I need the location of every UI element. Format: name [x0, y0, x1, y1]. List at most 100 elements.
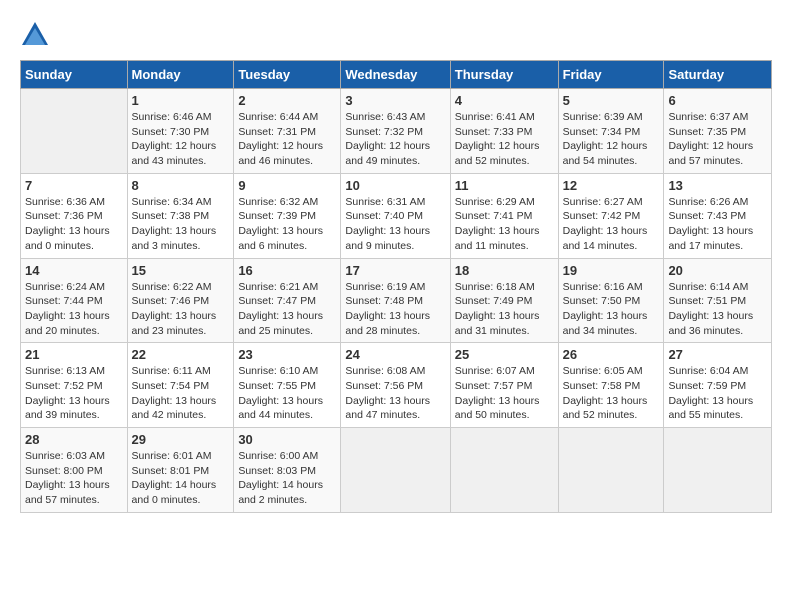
- day-cell: 28 Sunrise: 6:03 AM Sunset: 8:00 PM Dayli…: [21, 428, 128, 513]
- page-header: [20, 20, 772, 50]
- day-number: 8: [132, 178, 230, 193]
- day-number: 17: [345, 263, 445, 278]
- logo: [20, 20, 54, 50]
- day-info: Sunrise: 6:29 AM Sunset: 7:41 PM Dayligh…: [455, 195, 554, 254]
- day-number: 27: [668, 347, 767, 362]
- day-info: Sunrise: 6:00 AM Sunset: 8:03 PM Dayligh…: [238, 449, 336, 508]
- day-info: Sunrise: 6:36 AM Sunset: 7:36 PM Dayligh…: [25, 195, 123, 254]
- day-cell: 19 Sunrise: 6:16 AM Sunset: 7:50 PM Dayli…: [558, 258, 664, 343]
- header-cell-wednesday: Wednesday: [341, 61, 450, 89]
- day-cell: 15 Sunrise: 6:22 AM Sunset: 7:46 PM Dayli…: [127, 258, 234, 343]
- day-cell: [450, 428, 558, 513]
- day-cell: [558, 428, 664, 513]
- day-number: 16: [238, 263, 336, 278]
- day-number: 10: [345, 178, 445, 193]
- day-cell: 29 Sunrise: 6:01 AM Sunset: 8:01 PM Dayli…: [127, 428, 234, 513]
- week-row-3: 14Sunrise: 6:24 AM Sunset: 7:44 PM Dayli…: [21, 258, 772, 343]
- day-number: 1: [132, 93, 230, 108]
- day-cell: 22 Sunrise: 6:11 AM Sunset: 7:54 PM Dayli…: [127, 343, 234, 428]
- day-number: 15: [132, 263, 230, 278]
- day-number: 30: [238, 432, 336, 447]
- day-cell: 7 Sunrise: 6:36 AM Sunset: 7:36 PM Daylig…: [21, 173, 128, 258]
- day-cell: 18 Sunrise: 6:18 AM Sunset: 7:49 PM Dayli…: [450, 258, 558, 343]
- week-row-4: 21 Sunrise: 6:13 AM Sunset: 7:52 PM Dayli…: [21, 343, 772, 428]
- day-cell: 17 Sunrise: 6:19 AM Sunset: 7:48 PM Dayli…: [341, 258, 450, 343]
- day-number: 22: [132, 347, 230, 362]
- day-cell: 26Sunrise: 6:05 AM Sunset: 7:58 PM Dayli…: [558, 343, 664, 428]
- day-cell: 12 Sunrise: 6:27 AM Sunset: 7:42 PM Dayli…: [558, 173, 664, 258]
- day-cell: [21, 89, 128, 174]
- day-info: Sunrise: 6:41 AM Sunset: 7:33 PM Dayligh…: [455, 110, 554, 169]
- day-info: Sunrise: 6:22 AM Sunset: 7:46 PM Dayligh…: [132, 280, 230, 339]
- calendar-table: SundayMondayTuesdayWednesdayThursdayFrid…: [20, 60, 772, 513]
- day-cell: 2 Sunrise: 6:44 AM Sunset: 7:31 PM Daylig…: [234, 89, 341, 174]
- day-info: Sunrise: 6:01 AM Sunset: 8:01 PM Dayligh…: [132, 449, 230, 508]
- day-info: Sunrise: 6:11 AM Sunset: 7:54 PM Dayligh…: [132, 364, 230, 423]
- header-cell-saturday: Saturday: [664, 61, 772, 89]
- day-cell: 16 Sunrise: 6:21 AM Sunset: 7:47 PM Dayli…: [234, 258, 341, 343]
- day-info: Sunrise: 6:44 AM Sunset: 7:31 PM Dayligh…: [238, 110, 336, 169]
- day-info: Sunrise: 6:31 AM Sunset: 7:40 PM Dayligh…: [345, 195, 445, 254]
- week-row-5: 28 Sunrise: 6:03 AM Sunset: 8:00 PM Dayli…: [21, 428, 772, 513]
- header-cell-tuesday: Tuesday: [234, 61, 341, 89]
- day-number: 2: [238, 93, 336, 108]
- day-info: Sunrise: 6:14 AM Sunset: 7:51 PM Dayligh…: [668, 280, 767, 339]
- header-cell-monday: Monday: [127, 61, 234, 89]
- day-info: Sunrise: 6:19 AM Sunset: 7:48 PM Dayligh…: [345, 280, 445, 339]
- day-cell: 21 Sunrise: 6:13 AM Sunset: 7:52 PM Dayli…: [21, 343, 128, 428]
- day-info: Sunrise: 6:39 AM Sunset: 7:34 PM Dayligh…: [563, 110, 660, 169]
- day-number: 21: [25, 347, 123, 362]
- day-cell: 8 Sunrise: 6:34 AM Sunset: 7:38 PM Daylig…: [127, 173, 234, 258]
- day-number: 3: [345, 93, 445, 108]
- header-cell-sunday: Sunday: [21, 61, 128, 89]
- day-number: 4: [455, 93, 554, 108]
- day-number: 29: [132, 432, 230, 447]
- day-number: 25: [455, 347, 554, 362]
- week-row-1: 1 Sunrise: 6:46 AM Sunset: 7:30 PM Daylig…: [21, 89, 772, 174]
- day-cell: 11 Sunrise: 6:29 AM Sunset: 7:41 PM Dayli…: [450, 173, 558, 258]
- day-info: Sunrise: 6:05 AM Sunset: 7:58 PM Dayligh…: [563, 364, 660, 423]
- day-info: Sunrise: 6:21 AM Sunset: 7:47 PM Dayligh…: [238, 280, 336, 339]
- day-info: Sunrise: 6:34 AM Sunset: 7:38 PM Dayligh…: [132, 195, 230, 254]
- day-number: 13: [668, 178, 767, 193]
- day-cell: [341, 428, 450, 513]
- day-info: Sunrise: 6:32 AM Sunset: 7:39 PM Dayligh…: [238, 195, 336, 254]
- day-number: 28: [25, 432, 123, 447]
- day-cell: 20Sunrise: 6:14 AM Sunset: 7:51 PM Dayli…: [664, 258, 772, 343]
- day-number: 9: [238, 178, 336, 193]
- day-info: Sunrise: 6:18 AM Sunset: 7:49 PM Dayligh…: [455, 280, 554, 339]
- day-cell: 13 Sunrise: 6:26 AM Sunset: 7:43 PM Dayli…: [664, 173, 772, 258]
- day-cell: 23Sunrise: 6:10 AM Sunset: 7:55 PM Dayli…: [234, 343, 341, 428]
- day-cell: 30 Sunrise: 6:00 AM Sunset: 8:03 PM Dayli…: [234, 428, 341, 513]
- day-number: 24: [345, 347, 445, 362]
- day-number: 7: [25, 178, 123, 193]
- day-cell: 25 Sunrise: 6:07 AM Sunset: 7:57 PM Dayli…: [450, 343, 558, 428]
- day-cell: 10 Sunrise: 6:31 AM Sunset: 7:40 PM Dayli…: [341, 173, 450, 258]
- day-info: Sunrise: 6:46 AM Sunset: 7:30 PM Dayligh…: [132, 110, 230, 169]
- day-cell: 1 Sunrise: 6:46 AM Sunset: 7:30 PM Daylig…: [127, 89, 234, 174]
- day-cell: 5 Sunrise: 6:39 AM Sunset: 7:34 PM Daylig…: [558, 89, 664, 174]
- day-info: Sunrise: 6:07 AM Sunset: 7:57 PM Dayligh…: [455, 364, 554, 423]
- day-number: 14: [25, 263, 123, 278]
- day-info: Sunrise: 6:04 AM Sunset: 7:59 PM Dayligh…: [668, 364, 767, 423]
- day-number: 12: [563, 178, 660, 193]
- day-info: Sunrise: 6:03 AM Sunset: 8:00 PM Dayligh…: [25, 449, 123, 508]
- day-cell: 6Sunrise: 6:37 AM Sunset: 7:35 PM Daylig…: [664, 89, 772, 174]
- day-info: Sunrise: 6:37 AM Sunset: 7:35 PM Dayligh…: [668, 110, 767, 169]
- header-cell-thursday: Thursday: [450, 61, 558, 89]
- day-cell: 9 Sunrise: 6:32 AM Sunset: 7:39 PM Daylig…: [234, 173, 341, 258]
- day-number: 5: [563, 93, 660, 108]
- day-number: 18: [455, 263, 554, 278]
- day-info: Sunrise: 6:27 AM Sunset: 7:42 PM Dayligh…: [563, 195, 660, 254]
- day-info: Sunrise: 6:13 AM Sunset: 7:52 PM Dayligh…: [25, 364, 123, 423]
- day-info: Sunrise: 6:16 AM Sunset: 7:50 PM Dayligh…: [563, 280, 660, 339]
- day-cell: 14Sunrise: 6:24 AM Sunset: 7:44 PM Dayli…: [21, 258, 128, 343]
- header-row: SundayMondayTuesdayWednesdayThursdayFrid…: [21, 61, 772, 89]
- day-cell: [664, 428, 772, 513]
- day-info: Sunrise: 6:26 AM Sunset: 7:43 PM Dayligh…: [668, 195, 767, 254]
- day-info: Sunrise: 6:10 AM Sunset: 7:55 PM Dayligh…: [238, 364, 336, 423]
- day-cell: 4 Sunrise: 6:41 AM Sunset: 7:33 PM Daylig…: [450, 89, 558, 174]
- day-number: 19: [563, 263, 660, 278]
- day-number: 11: [455, 178, 554, 193]
- week-row-2: 7 Sunrise: 6:36 AM Sunset: 7:36 PM Daylig…: [21, 173, 772, 258]
